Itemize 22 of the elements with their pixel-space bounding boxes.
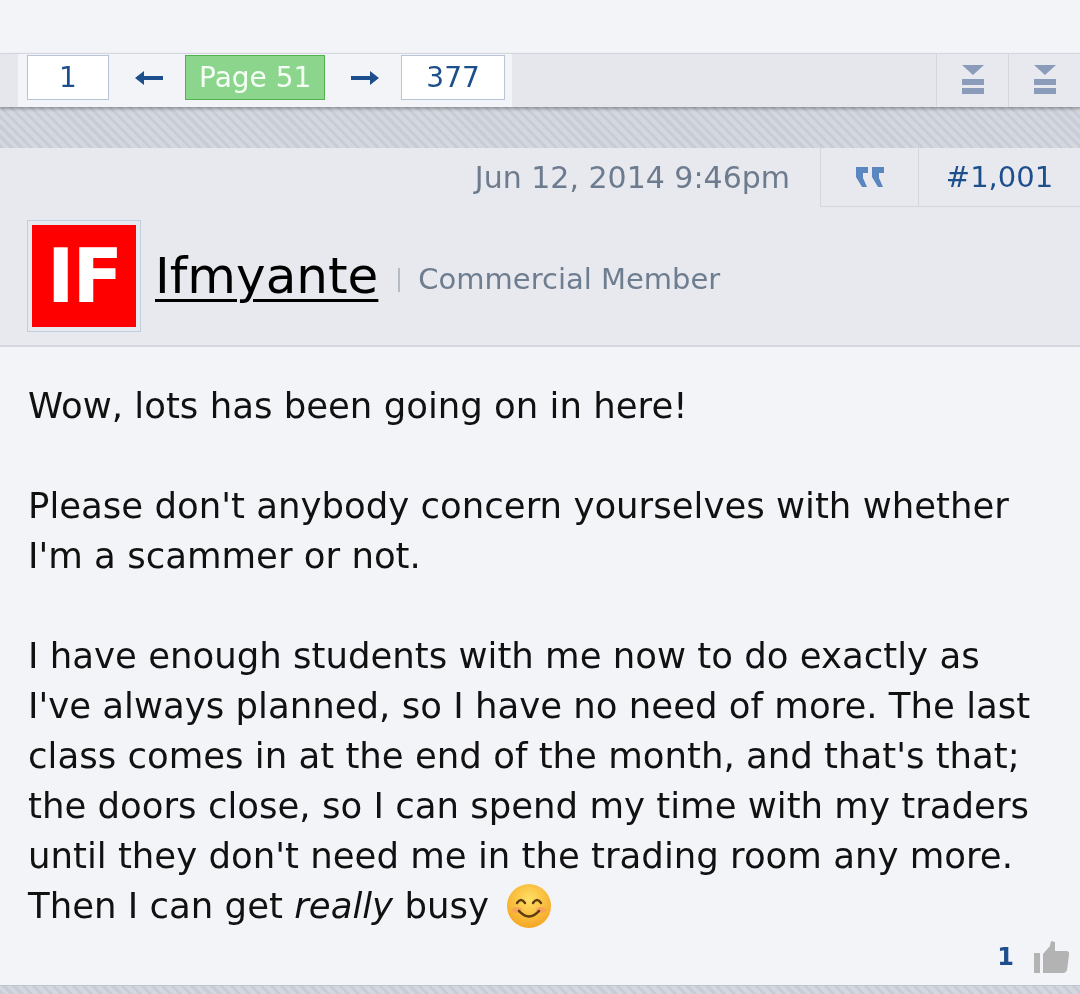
smiling-face-icon bbox=[506, 883, 551, 928]
username-link[interactable]: Ifmyante bbox=[155, 246, 379, 305]
user-title: Commercial Member bbox=[418, 260, 721, 296]
thumbs-up-icon[interactable] bbox=[1034, 941, 1070, 973]
post-text: I have enough students with me now to do exactly as I've always planned, so I have no need of more. The last class comes in at the end of the month, and that's that; the doors close, so I can spend my time with my traders until they don't need me in the trading room any more. bbox=[28, 633, 1032, 878]
quote-button[interactable] bbox=[820, 147, 918, 207]
page-link[interactable]: 1 bbox=[27, 54, 109, 100]
post-number-link[interactable]: #1,001 bbox=[918, 147, 1080, 207]
like-count[interactable]: 1 bbox=[997, 943, 1014, 971]
post-text: Wow, lots has been going on in here! bbox=[28, 383, 688, 428]
down-to-bars-icon bbox=[961, 65, 984, 96]
post-date: Jun 12, 2014 9:46pm bbox=[474, 159, 791, 195]
page-link[interactable]: 377 bbox=[401, 54, 505, 100]
post-text: Please don't anybody concern yourselves with whether I'm a scammer or not. bbox=[28, 483, 1010, 578]
post-text: Then I can get really busy bbox=[28, 883, 489, 928]
right-arrow-icon[interactable] bbox=[351, 70, 380, 85]
down-to-bars-icon bbox=[1033, 65, 1056, 96]
avatar-logo[interactable]: IF bbox=[27, 219, 141, 332]
left-arrow-icon[interactable] bbox=[135, 70, 163, 85]
jump-button[interactable] bbox=[936, 53, 1008, 107]
quote-icon bbox=[853, 164, 886, 189]
jump-button[interactable] bbox=[1008, 53, 1080, 107]
